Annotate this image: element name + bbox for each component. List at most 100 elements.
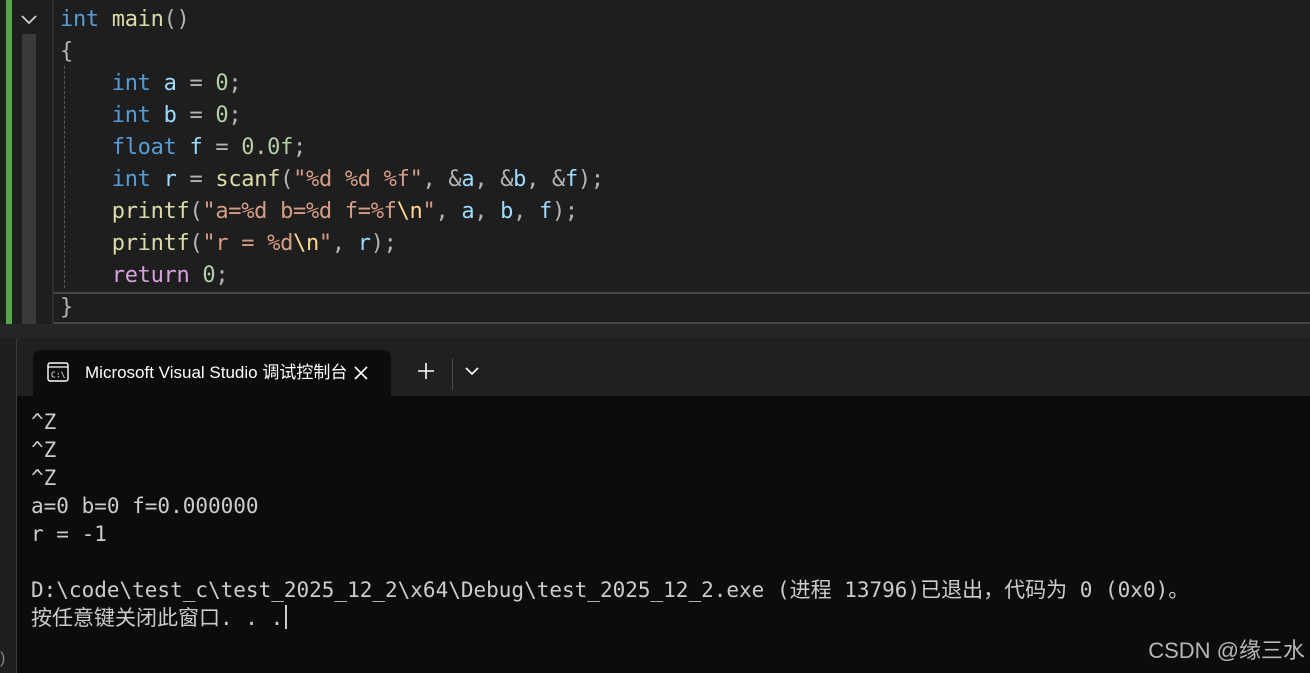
svg-text:C:\: C:\ xyxy=(51,371,66,380)
console-icon: C:\ xyxy=(47,362,69,386)
console-output[interactable]: ^Z ^Z ^Z a=0 b=0 f=0.000000 r = -1 D:\co… xyxy=(31,408,1310,632)
code-token: int xyxy=(60,7,99,32)
code-token: r xyxy=(163,167,177,192)
code-token: a xyxy=(461,199,475,224)
code-token: () xyxy=(163,7,190,32)
code-token: "r = %d xyxy=(202,231,294,256)
code-token: , & xyxy=(474,167,514,192)
code-token: b xyxy=(513,167,527,192)
console-line: ^Z xyxy=(31,410,57,434)
code-token: f xyxy=(539,199,552,224)
code-token: a xyxy=(461,167,475,192)
code-token: ); xyxy=(577,167,604,192)
code-token: 0.0f xyxy=(241,135,294,160)
code-token: r xyxy=(357,231,371,256)
console-line: ^Z xyxy=(31,466,57,490)
close-tab-icon[interactable] xyxy=(350,362,372,384)
text-cursor xyxy=(285,605,288,629)
code-line: int r = scanf("%d %d %f", &a, &b, &f); xyxy=(60,164,604,196)
code-token: f xyxy=(189,135,203,160)
code-editor[interactable]: int main() { int a = 0; int b = 0; float … xyxy=(0,0,1310,324)
code-line: { xyxy=(60,36,73,68)
code-token: printf xyxy=(111,199,190,224)
tab-bar-divider xyxy=(452,358,453,390)
code-token: "a=%d b=%d f=%f xyxy=(202,199,397,224)
code-token: a xyxy=(163,71,177,96)
code-token: ; xyxy=(228,103,242,128)
code-token: , xyxy=(435,199,462,224)
outline-gutter xyxy=(22,34,36,324)
code-line: } xyxy=(60,292,73,324)
code-token: \n xyxy=(396,199,423,224)
code-token: } xyxy=(60,295,73,320)
code-token: printf xyxy=(111,231,190,256)
console-line: r = -1 xyxy=(31,522,107,546)
change-tracking-bar xyxy=(6,0,12,324)
status-bar-fragment: ) 未 xyxy=(0,650,6,667)
code-token: b xyxy=(500,199,514,224)
code-token: , & xyxy=(422,167,462,192)
console-line: D:\code\test_c\test_2025_12_2\x64\Debug\… xyxy=(31,578,1190,602)
code-token: int xyxy=(111,167,151,192)
code-line: int a = 0; xyxy=(60,68,242,100)
new-tab-plus-icon[interactable] xyxy=(413,358,439,384)
code-token: ); xyxy=(551,199,578,224)
code-line: printf("a=%d b=%d f=%f\n", a, b, f); xyxy=(60,196,578,228)
code-token: 0 xyxy=(215,103,229,128)
console-line: a=0 b=0 f=0.000000 xyxy=(31,494,259,518)
code-token: ); xyxy=(370,231,397,256)
tab-dropdown-chevron-icon[interactable] xyxy=(459,358,485,384)
terminal-tab-title: Microsoft Visual Studio 调试控制台 xyxy=(85,363,348,382)
code-token: \n xyxy=(293,231,319,256)
console-prompt-line: 按任意键关闭此窗口. . . xyxy=(31,604,1310,632)
watermark: CSDN @缘三水 xyxy=(1148,638,1305,663)
code-token: return xyxy=(111,263,190,288)
code-token: ( xyxy=(189,231,203,256)
code-line: int main() xyxy=(60,4,190,36)
code-token: b xyxy=(163,103,177,128)
code-token: , xyxy=(331,231,358,256)
panel-separator xyxy=(0,324,1310,338)
code-token: = xyxy=(176,103,216,128)
code-token: = xyxy=(176,167,216,192)
debug-console-window[interactable]: C:\ Microsoft Visual Studio 调试控制台 ^Z ^Z … xyxy=(16,338,1310,673)
code-token: ; xyxy=(215,263,229,288)
code-line: float f = 0.0f; xyxy=(60,132,307,164)
console-prompt-text: 按任意键关闭此窗口. . . xyxy=(31,606,284,630)
code-token: = xyxy=(202,135,242,160)
current-line-highlight xyxy=(54,292,1310,324)
collapse-chevron-icon[interactable] xyxy=(18,9,40,31)
console-line: ^Z xyxy=(31,438,57,462)
code-token: int xyxy=(111,103,151,128)
code-token: scanf xyxy=(215,167,281,192)
code-token: main xyxy=(111,7,164,32)
code-token: , xyxy=(513,199,540,224)
code-token: ; xyxy=(293,135,306,160)
code-token: ( xyxy=(280,167,294,192)
code-line: return 0; xyxy=(60,260,229,292)
code-token: ( xyxy=(189,199,203,224)
code-token: ; xyxy=(228,71,242,96)
code-line: printf("r = %d\n", r); xyxy=(60,228,397,260)
code-area[interactable]: int main() { int a = 0; int b = 0; float … xyxy=(52,0,1310,324)
code-token: float xyxy=(111,135,177,160)
code-token: "%d %d %f" xyxy=(293,167,423,192)
code-token: " xyxy=(422,199,436,224)
code-token: 0 xyxy=(215,71,229,96)
code-token: , & xyxy=(526,167,565,192)
terminal-tab-bar: C:\ Microsoft Visual Studio 调试控制台 xyxy=(17,338,1310,396)
code-token: int xyxy=(111,71,151,96)
code-token: , xyxy=(474,199,501,224)
code-token: = xyxy=(176,71,216,96)
terminal-tab[interactable]: C:\ Microsoft Visual Studio 调试控制台 xyxy=(33,350,391,396)
